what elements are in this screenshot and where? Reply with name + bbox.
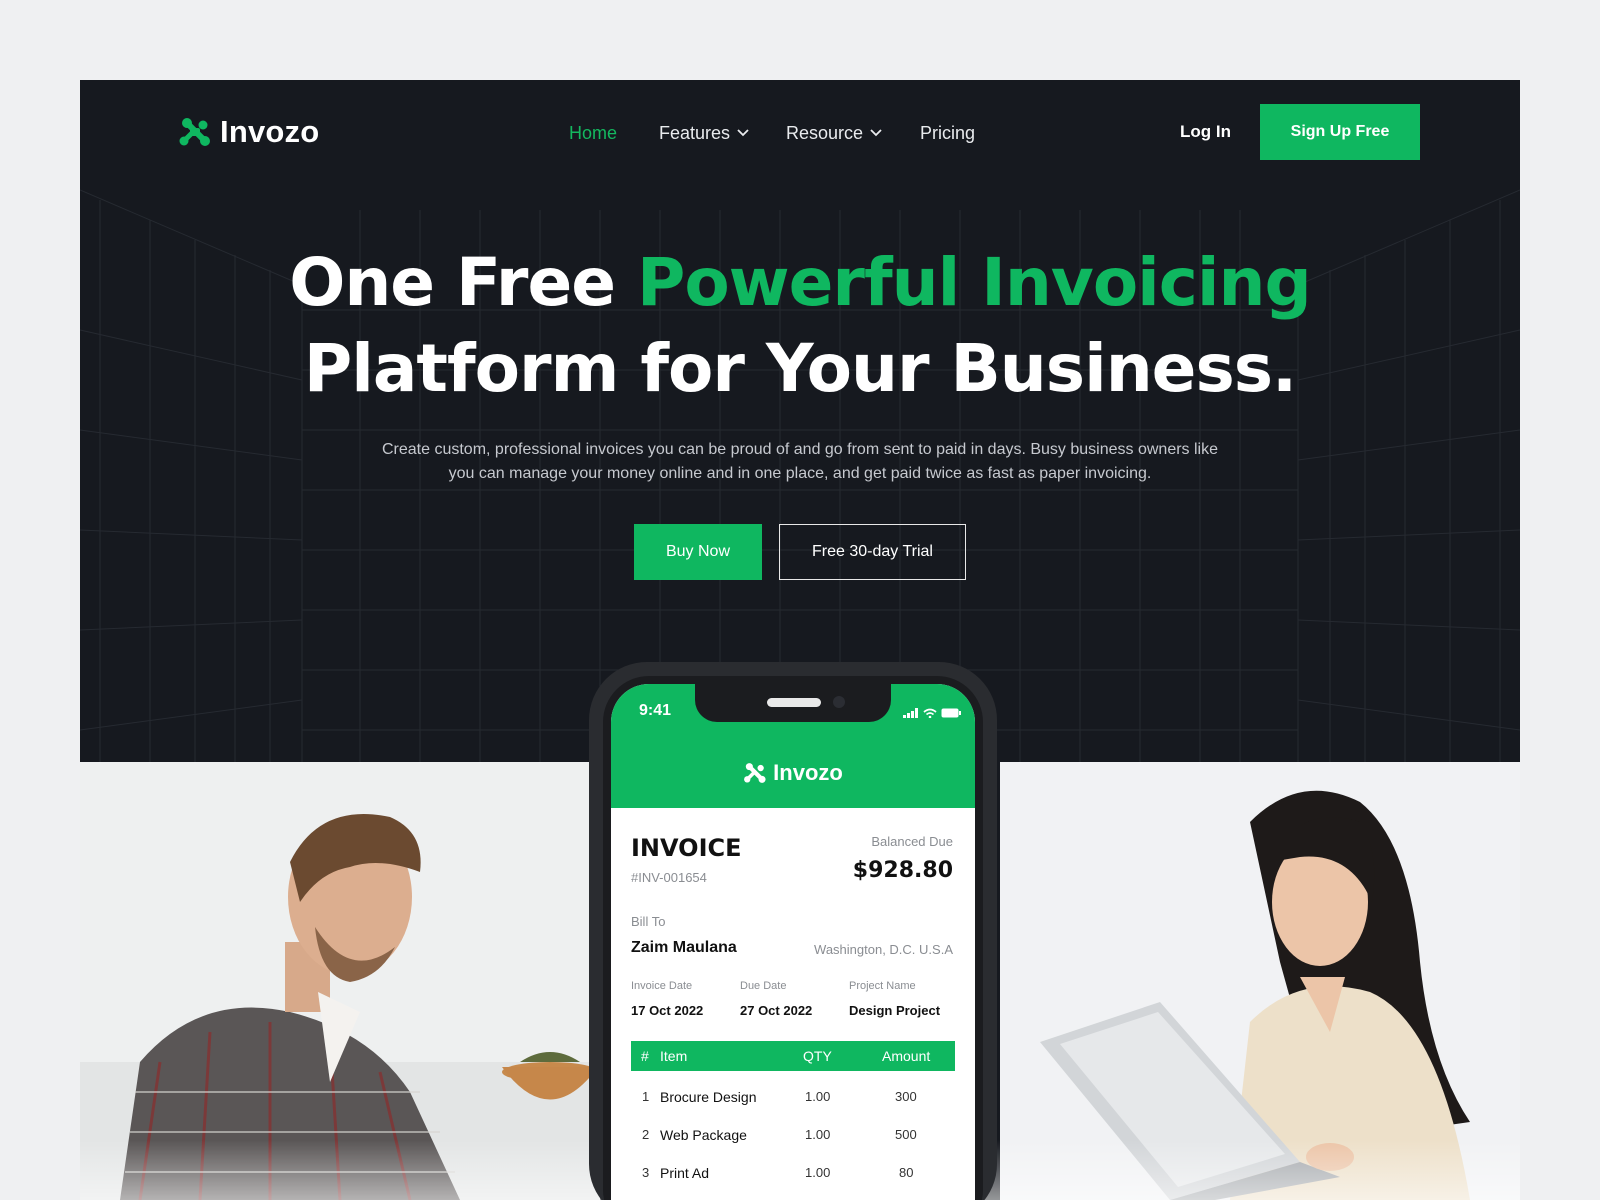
row-item: Web Package <box>660 1127 747 1143</box>
signal-icon <box>903 708 918 718</box>
app-logo-text: Invozo <box>773 760 843 785</box>
headline-green-text: Powerful Invoicing <box>636 244 1312 321</box>
invozo-logo-icon <box>744 763 766 783</box>
project-name-value: Design Project <box>849 1003 941 1018</box>
phone-notch <box>695 684 891 722</box>
row-amount: 80 <box>899 1165 914 1180</box>
due-date-label: Due Date <box>740 980 787 992</box>
table-row: 1 Brocure Design 1.00 300 <box>631 1082 955 1112</box>
chevron-down-icon <box>737 129 749 137</box>
bill-to-location: Washington, D.C. U.S.A <box>814 942 953 957</box>
hero-description: Create custom, professional invoices you… <box>381 441 1218 482</box>
wifi-icon <box>923 708 937 718</box>
speaker-grille <box>767 698 821 707</box>
login-link[interactable]: Log In <box>1180 122 1231 142</box>
row-item: Print Ad <box>660 1165 710 1181</box>
nav-resource-dropdown[interactable]: Resource <box>786 119 920 147</box>
battery-icon <box>941 708 961 718</box>
invozo-logo-icon <box>179 118 210 146</box>
phone-screen: 9:41 Invozo INVOICE #INV-001654 Balanced… <box>611 684 975 1200</box>
man-illustration <box>80 762 600 1200</box>
signup-button[interactable]: Sign Up Free <box>1260 104 1420 160</box>
table-row: 3 Print Ad 1.00 80 <box>631 1158 955 1188</box>
row-qty: 1.00 <box>805 1165 831 1180</box>
row-qty: 1.00 <box>805 1127 831 1142</box>
buy-now-button[interactable]: Buy Now <box>634 524 762 580</box>
logo-wordmark: Invozo <box>220 114 320 149</box>
app-header: 9:41 Invozo <box>611 684 975 808</box>
due-date-block: Due Date 27 Oct 2022 <box>740 980 812 1018</box>
row-number: 1 <box>642 1089 650 1104</box>
free-trial-button[interactable]: Free 30-day Trial <box>779 524 966 580</box>
headline-line-1: One Free Powerful Invoicing <box>80 240 1520 326</box>
col-item-header: Item <box>660 1048 688 1064</box>
invoice-date-value: 17 Oct 2022 <box>631 1003 704 1018</box>
project-name-block: Project Name Design Project <box>849 980 940 1018</box>
row-item: Brocure Design <box>660 1089 757 1105</box>
project-name-label: Project Name <box>849 980 916 992</box>
status-time: 9:41 <box>639 702 672 719</box>
invoice-title: INVOICE <box>631 834 742 862</box>
nav-home-label: Home <box>569 122 618 143</box>
hero-section: Invozo Home Features Resource Pricing Lo… <box>80 80 1520 762</box>
col-qty-header: QTY <box>803 1048 832 1064</box>
col-number-header: # <box>641 1048 649 1064</box>
invoice-date-label: Invoice Date <box>631 980 693 992</box>
headline-white-text: One Free <box>289 244 637 321</box>
main-menu: Home Features Resource Pricing <box>569 119 975 147</box>
row-number: 2 <box>642 1127 650 1142</box>
due-date-value: 27 Oct 2022 <box>740 1003 813 1018</box>
front-camera <box>833 696 845 708</box>
brand-logo[interactable]: Invozo <box>178 114 319 150</box>
top-navigation: Invozo Home Features Resource Pricing Lo… <box>80 80 1520 186</box>
bill-to-label: Bill To <box>631 914 666 929</box>
nav-pricing-label: Pricing <box>920 122 976 143</box>
invoice-date-block: Invoice Date 17 Oct 2022 <box>631 980 703 1018</box>
photo-man-working <box>80 762 600 1200</box>
row-amount: 300 <box>895 1089 917 1104</box>
balance-due-amount: $928.80 <box>852 858 953 883</box>
nav-resource-label: Resource <box>786 122 864 143</box>
status-icons <box>903 708 961 718</box>
invoice-number: #INV-001654 <box>631 870 707 885</box>
col-amount-header: Amount <box>882 1048 931 1064</box>
nav-pricing-link[interactable]: Pricing <box>920 119 975 147</box>
app-logo: Invozo <box>611 760 975 786</box>
hero-headline: One Free Powerful Invoicing Platform for… <box>80 240 1520 412</box>
photo-woman-laptop <box>1000 762 1520 1200</box>
nav-features-dropdown[interactable]: Features <box>659 119 786 147</box>
headline-line-2: Platform for Your Business. <box>303 330 1297 407</box>
nav-home-link[interactable]: Home <box>569 119 659 147</box>
nav-features-label: Features <box>659 122 731 143</box>
row-qty: 1.00 <box>805 1089 831 1104</box>
row-number: 3 <box>642 1165 650 1180</box>
chevron-down-icon <box>870 129 882 137</box>
phone-mockup: 9:41 Invozo INVOICE #INV-001654 Balanced… <box>589 662 997 1200</box>
phone-bezel: 9:41 Invozo INVOICE #INV-001654 Balanced… <box>603 676 983 1200</box>
balance-due-label: Balanced Due <box>871 834 953 849</box>
invoice-table-header: # Item QTY Amount <box>631 1041 955 1071</box>
bill-to-name: Zaim Maulana <box>631 939 737 956</box>
row-amount: 500 <box>895 1127 917 1142</box>
landing-page-frame: Invozo Home Features Resource Pricing Lo… <box>80 80 1520 1200</box>
woman-illustration <box>1000 762 1520 1200</box>
table-row: 2 Web Package 1.00 500 <box>631 1120 955 1150</box>
